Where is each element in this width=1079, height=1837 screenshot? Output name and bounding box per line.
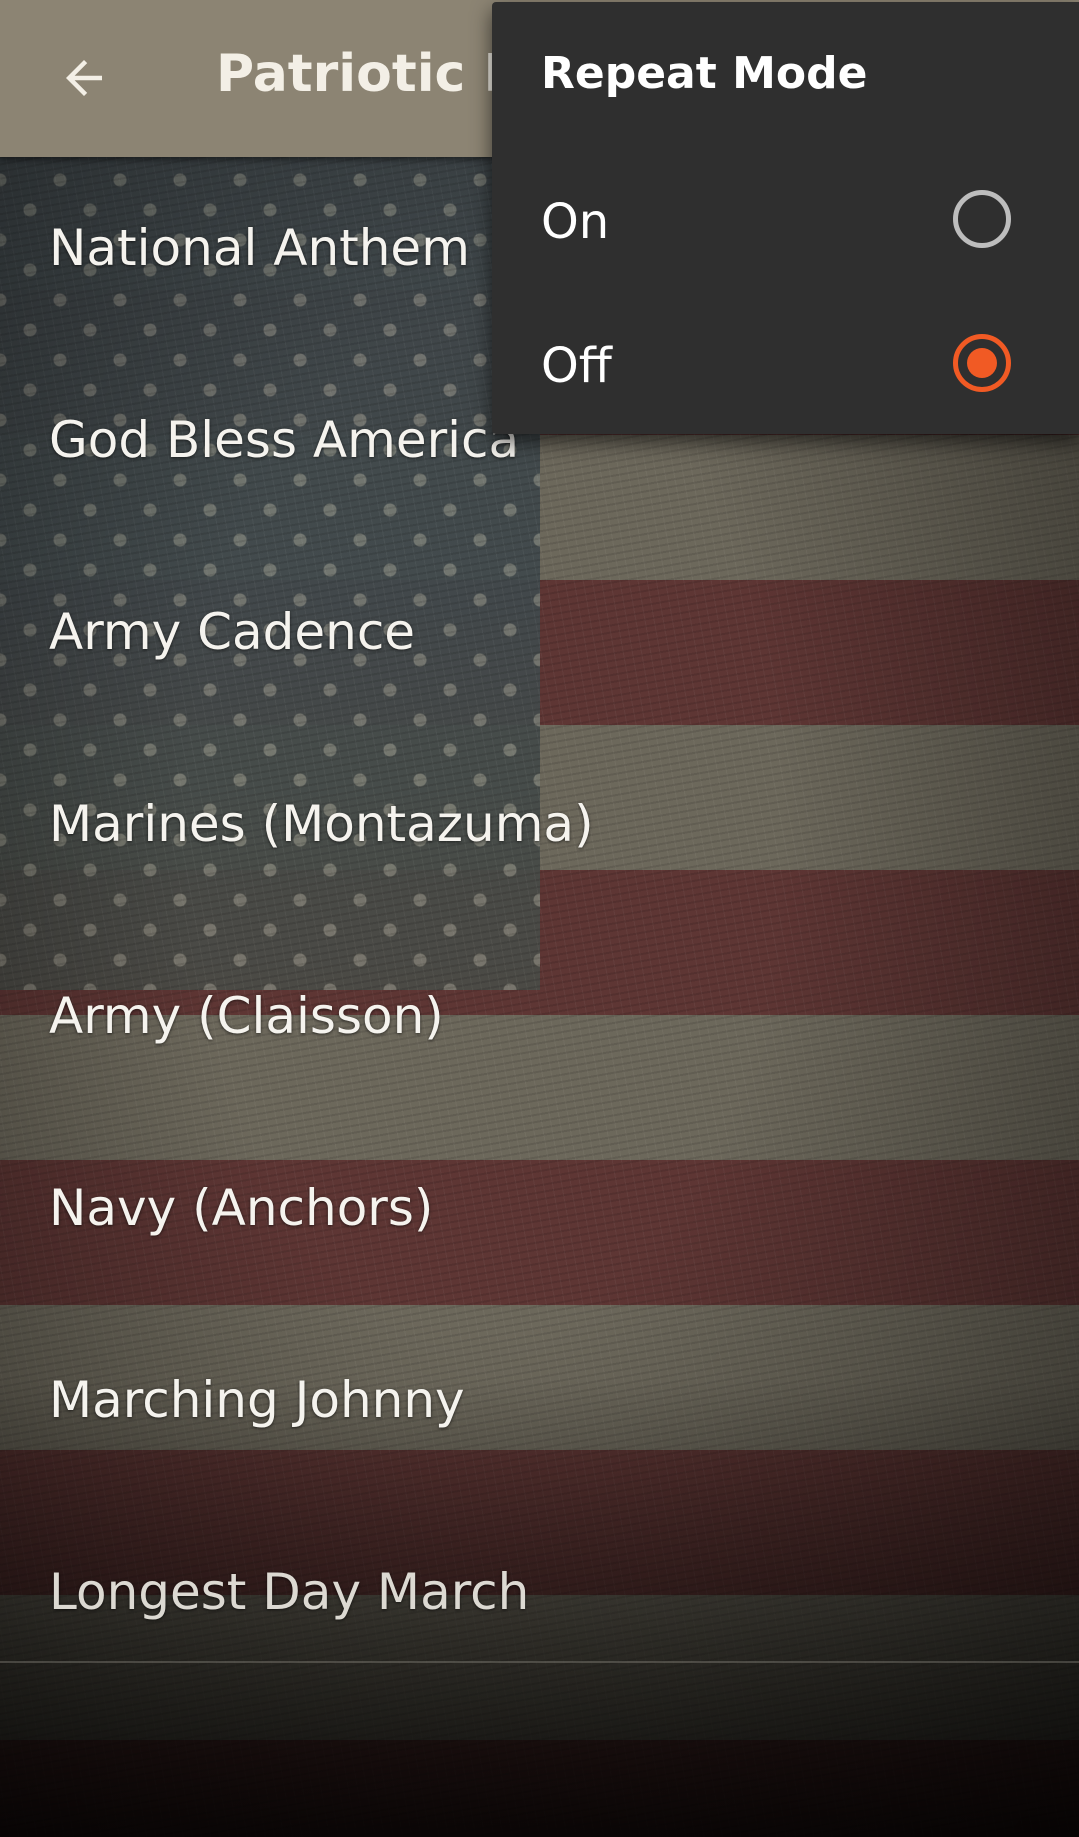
arrow-left-icon <box>66 60 102 96</box>
song-label: National Anthem <box>49 219 470 277</box>
song-item-navy-anchors[interactable]: Navy (Anchors) <box>0 1117 1079 1309</box>
page-title: Patriotic R <box>216 44 524 104</box>
radio-checked-icon[interactable] <box>953 334 1011 392</box>
option-label: Off <box>541 338 612 394</box>
song-item-army-cadence[interactable]: Army Cadence <box>0 541 1079 733</box>
menu-title: Repeat Mode <box>541 48 868 99</box>
song-label: God Bless America <box>49 411 520 469</box>
option-label: On <box>541 194 610 250</box>
back-button[interactable] <box>42 36 126 120</box>
song-item-marching-johnny[interactable]: Marching Johnny <box>0 1309 1079 1501</box>
song-label: Army (Claisson) <box>49 987 444 1045</box>
song-item-marines[interactable]: Marines (Montazuma) <box>0 733 1079 925</box>
repeat-mode-menu: Repeat Mode On Off <box>492 2 1079 434</box>
radio-unchecked-icon[interactable] <box>953 190 1011 248</box>
song-label: Marines (Montazuma) <box>49 795 594 853</box>
song-item-longest-day-march[interactable]: Longest Day March <box>0 1501 1079 1693</box>
repeat-option-off[interactable]: Off <box>492 302 1079 430</box>
repeat-option-on[interactable]: On <box>492 158 1079 286</box>
song-label: Longest Day March <box>49 1563 530 1621</box>
song-label: Navy (Anchors) <box>49 1179 434 1237</box>
song-label: Army Cadence <box>49 603 416 661</box>
song-item-army-claisson[interactable]: Army (Claisson) <box>0 925 1079 1117</box>
song-label: Marching Johnny <box>49 1371 465 1429</box>
list-divider <box>0 1661 1079 1663</box>
